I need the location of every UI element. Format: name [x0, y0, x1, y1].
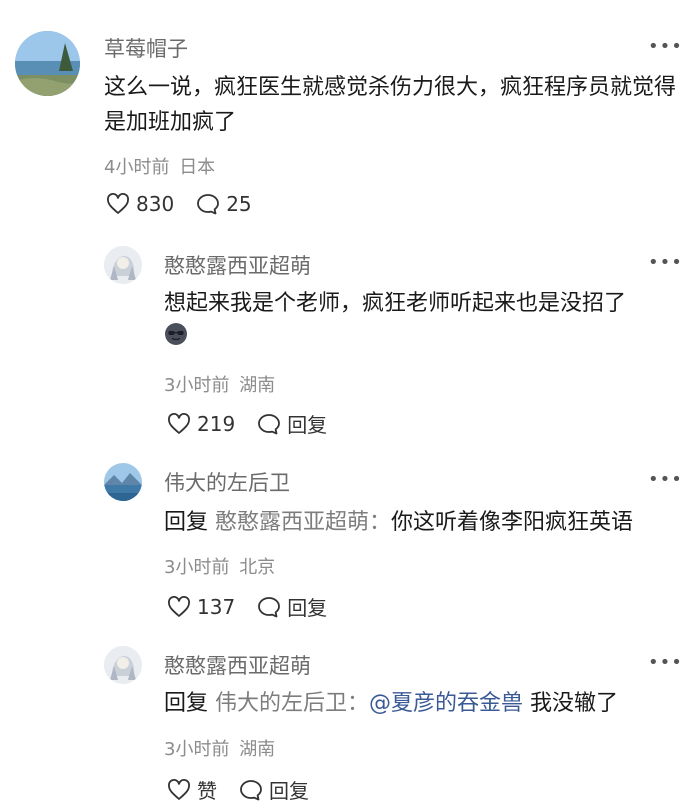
timestamp: 3小时前: [164, 739, 230, 760]
comment-meta: 3小时前 湖南: [164, 735, 275, 761]
reply-count: 25: [226, 192, 252, 216]
comment-actions: 830 25: [106, 192, 252, 216]
like-label: 赞: [197, 779, 217, 803]
reply-label: 回复: [269, 779, 309, 803]
comment-body: 想起来我是个老师，疯狂老师听起来也是没招了: [164, 291, 627, 316]
reply-button[interactable]: 回复: [257, 592, 327, 621]
more-options-icon[interactable]: •••: [648, 469, 683, 490]
comment-actions: 219 回复: [167, 409, 327, 438]
like-count: 830: [136, 192, 175, 216]
comment-text: 回复 憨憨露西亚超萌：你这听着像李阳疯狂英语: [164, 505, 674, 540]
like-button[interactable]: 219: [167, 412, 235, 436]
location: 北京: [239, 557, 276, 578]
mention-link[interactable]: @夏彦的吞金兽: [369, 691, 523, 716]
like-count: 137: [197, 594, 236, 619]
reply-item: 憨憨露西亚超萌 ••• 想起来我是个老师，疯狂老师听起来也是没招了 3小时前 湖…: [0, 230, 690, 445]
like-button[interactable]: 830: [106, 192, 174, 216]
heart-icon: [168, 778, 190, 800]
reply-label: 回复: [287, 596, 328, 620]
reply-item: 伟大的左后卫 ••• 回复 憨憨露西亚超萌：你这听着像李阳疯狂英语 3小时前 北…: [0, 445, 690, 630]
username[interactable]: 憨憨露西亚超萌: [164, 650, 311, 680]
comment-meta: 3小时前 湖南: [164, 371, 275, 397]
mountain-lake-avatar[interactable]: [104, 463, 142, 501]
like-button[interactable]: 137: [167, 595, 235, 619]
more-options-icon[interactable]: •••: [648, 652, 683, 673]
comment-body: 我没辙了: [523, 691, 619, 716]
heart-icon: [168, 595, 190, 617]
more-options-icon[interactable]: •••: [648, 252, 683, 273]
reply-separator: ：: [369, 510, 392, 535]
reply-button[interactable]: 回复: [257, 409, 327, 438]
comment-item: 草莓帽子 ••• 这么一说，疯狂医生就感觉杀伤力很大，疯狂程序员就觉得是加班加疯…: [0, 0, 690, 230]
timestamp: 3小时前: [164, 375, 230, 396]
comment-text: 想起来我是个老师，疯狂老师听起来也是没招了: [164, 286, 674, 357]
reply-label: 回复: [287, 413, 328, 437]
location: 湖南: [239, 739, 276, 760]
more-options-icon[interactable]: •••: [648, 36, 683, 57]
username[interactable]: 憨憨露西亚超萌: [164, 250, 311, 280]
comment-meta: 4小时前 日本: [104, 153, 215, 179]
timestamp: 3小时前: [164, 557, 230, 578]
comment-actions: 赞 回复: [167, 775, 309, 804]
comment-meta: 3小时前 北京: [164, 553, 275, 579]
reply-separator: ：: [347, 691, 370, 716]
like-button[interactable]: 赞: [167, 775, 217, 804]
comment-bubble-icon: [258, 413, 281, 434]
username[interactable]: 伟大的左后卫: [164, 467, 290, 497]
comment-text: 回复 伟大的左后卫：@夏彦的吞金兽 我没辙了: [164, 686, 674, 721]
comment-body: 你这听着像李阳疯狂英语: [391, 510, 634, 535]
comment-text: 这么一说，疯狂医生就感觉杀伤力很大，疯狂程序员就觉得是加班加疯了: [104, 75, 677, 135]
like-count: 219: [197, 411, 236, 436]
reply-prefix: 回复: [164, 510, 209, 535]
reply-count-button[interactable]: 25: [196, 192, 252, 216]
reply-target-username[interactable]: 伟大的左后卫: [215, 691, 347, 716]
location: 日本: [179, 157, 216, 178]
reply-item: 憨憨露西亚超萌 ••• 回复 伟大的左后卫：@夏彦的吞金兽 我没辙了 3小时前 …: [0, 630, 690, 811]
anime-character-avatar[interactable]: [104, 646, 142, 684]
reply-prefix: 回复: [164, 691, 209, 716]
reply-button[interactable]: 回复: [239, 775, 309, 804]
comment-bubble-icon: [258, 596, 281, 617]
heart-icon: [168, 412, 190, 434]
comment-bubble-icon: [197, 194, 220, 215]
location: 湖南: [239, 375, 276, 396]
heart-icon: [107, 193, 129, 214]
reply-target-username[interactable]: 憨憨露西亚超萌: [215, 510, 369, 535]
comment-actions: 137 回复: [167, 592, 327, 621]
anime-character-avatar[interactable]: [104, 246, 142, 284]
lake-landscape-avatar[interactable]: [15, 31, 80, 96]
sunglasses-face-emoji: [164, 322, 188, 357]
comment-bubble-icon: [240, 779, 262, 800]
timestamp: 4小时前: [104, 157, 170, 178]
username[interactable]: 草莓帽子: [104, 33, 188, 63]
